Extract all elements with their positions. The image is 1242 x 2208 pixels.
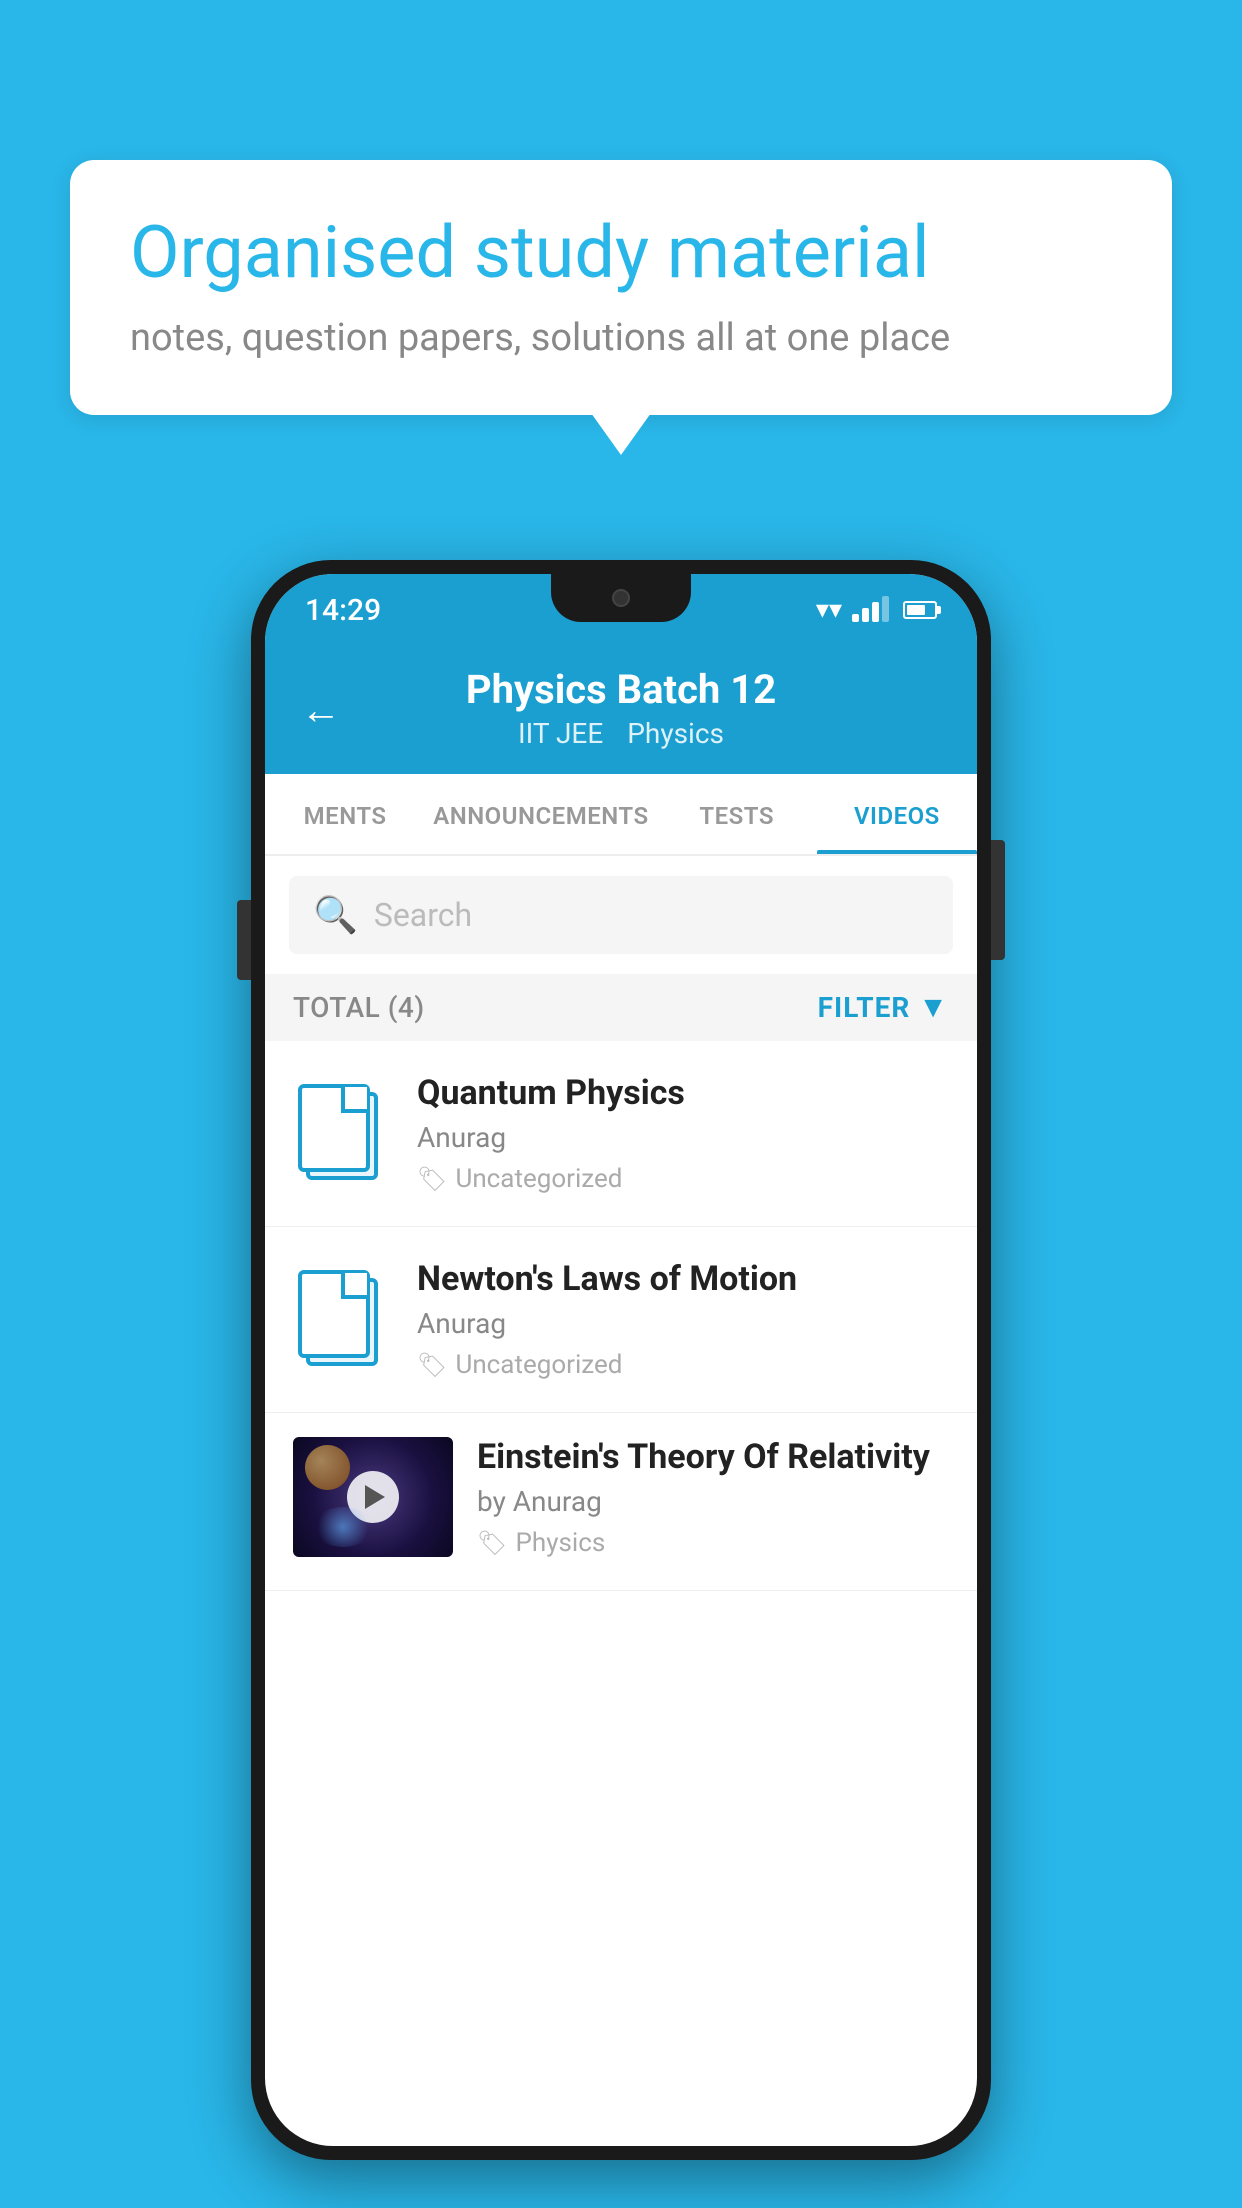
header-subtitle: IIT JEE Physics bbox=[305, 717, 937, 750]
speech-bubble-subtitle: notes, question papers, solutions all at… bbox=[130, 316, 1112, 360]
tab-tests[interactable]: TESTS bbox=[657, 774, 817, 854]
list-item[interactable]: Quantum Physics Anurag 🏷 Uncategorized bbox=[265, 1041, 977, 1227]
tag-icon-3: 🏷 bbox=[477, 1529, 507, 1557]
speech-bubble-title: Organised study material bbox=[130, 210, 1112, 296]
subtitle-iit: IIT JEE bbox=[518, 717, 603, 750]
tag-icon: 🏷 bbox=[417, 1165, 447, 1193]
tag-label: Uncategorized bbox=[455, 1164, 622, 1194]
video-title-2: Newton's Laws of Motion bbox=[417, 1259, 949, 1299]
subtitle-physics: Physics bbox=[627, 717, 724, 750]
tab-announcements[interactable]: ANNOUNCEMENTS bbox=[425, 774, 656, 854]
video-title-3: Einstein's Theory Of Relativity bbox=[477, 1437, 949, 1477]
tab-videos[interactable]: VIDEOS bbox=[817, 774, 977, 854]
tag-label-2: Uncategorized bbox=[455, 1350, 622, 1380]
video-tag: 🏷 Uncategorized bbox=[417, 1164, 949, 1194]
video-info-3: Einstein's Theory Of Relativity by Anura… bbox=[477, 1437, 949, 1558]
play-triangle bbox=[365, 1485, 385, 1509]
list-item[interactable]: Newton's Laws of Motion Anurag 🏷 Uncateg… bbox=[265, 1227, 977, 1413]
status-bar: 14:29 ▾▾ bbox=[265, 574, 977, 646]
file-main bbox=[298, 1084, 370, 1172]
tag-icon-2: 🏷 bbox=[417, 1351, 447, 1379]
video-tag-2: 🏷 Uncategorized bbox=[417, 1350, 949, 1380]
video-thumbnail bbox=[293, 1437, 453, 1557]
phone-outer: 14:29 ▾▾ bbox=[251, 560, 991, 2160]
file-icon-wrap-2 bbox=[293, 1270, 393, 1370]
filter-row: TOTAL (4) FILTER ▼ bbox=[265, 974, 977, 1041]
header-title: Physics Batch 12 bbox=[305, 666, 937, 713]
notch bbox=[551, 574, 691, 622]
search-placeholder: Search bbox=[374, 896, 472, 934]
video-author-3: by Anurag bbox=[477, 1485, 949, 1518]
total-label: TOTAL (4) bbox=[293, 991, 425, 1024]
status-time: 14:29 bbox=[305, 593, 381, 628]
video-list: Quantum Physics Anurag 🏷 Uncategorized bbox=[265, 1041, 977, 1591]
battery-icon bbox=[903, 601, 937, 619]
tag-label-3: Physics bbox=[515, 1528, 605, 1558]
back-button[interactable]: ← bbox=[301, 687, 341, 734]
video-author: Anurag bbox=[417, 1121, 949, 1154]
file-icon-wrap bbox=[293, 1084, 393, 1184]
planet-graphic bbox=[305, 1445, 350, 1490]
camera bbox=[612, 589, 630, 607]
video-author-2: Anurag bbox=[417, 1307, 949, 1340]
speech-bubble: Organised study material notes, question… bbox=[70, 160, 1172, 415]
video-info: Quantum Physics Anurag 🏷 Uncategorized bbox=[417, 1073, 949, 1194]
glow-graphic bbox=[313, 1507, 373, 1547]
search-icon: 🔍 bbox=[313, 894, 358, 936]
search-container: 🔍 Search bbox=[265, 856, 977, 974]
list-item[interactable]: Einstein's Theory Of Relativity by Anura… bbox=[265, 1413, 977, 1591]
phone-screen: 14:29 ▾▾ bbox=[265, 574, 977, 2146]
status-icons: ▾▾ bbox=[816, 595, 937, 625]
file-main-2 bbox=[298, 1270, 370, 1358]
signal-icon bbox=[852, 598, 889, 622]
search-bar[interactable]: 🔍 Search bbox=[289, 876, 953, 954]
video-title: Quantum Physics bbox=[417, 1073, 949, 1113]
phone-mockup: 14:29 ▾▾ bbox=[251, 560, 991, 2160]
tab-ments[interactable]: MENTS bbox=[265, 774, 425, 854]
tab-bar: MENTS ANNOUNCEMENTS TESTS VIDEOS bbox=[265, 774, 977, 856]
video-tag-3: 🏷 Physics bbox=[477, 1528, 949, 1558]
app-header: ← Physics Batch 12 IIT JEE Physics bbox=[265, 646, 977, 774]
filter-label: FILTER bbox=[818, 991, 911, 1024]
video-info-2: Newton's Laws of Motion Anurag 🏷 Uncateg… bbox=[417, 1259, 949, 1380]
filter-funnel-icon: ▼ bbox=[918, 990, 949, 1025]
filter-button[interactable]: FILTER ▼ bbox=[818, 990, 949, 1025]
wifi-icon: ▾▾ bbox=[816, 595, 842, 625]
